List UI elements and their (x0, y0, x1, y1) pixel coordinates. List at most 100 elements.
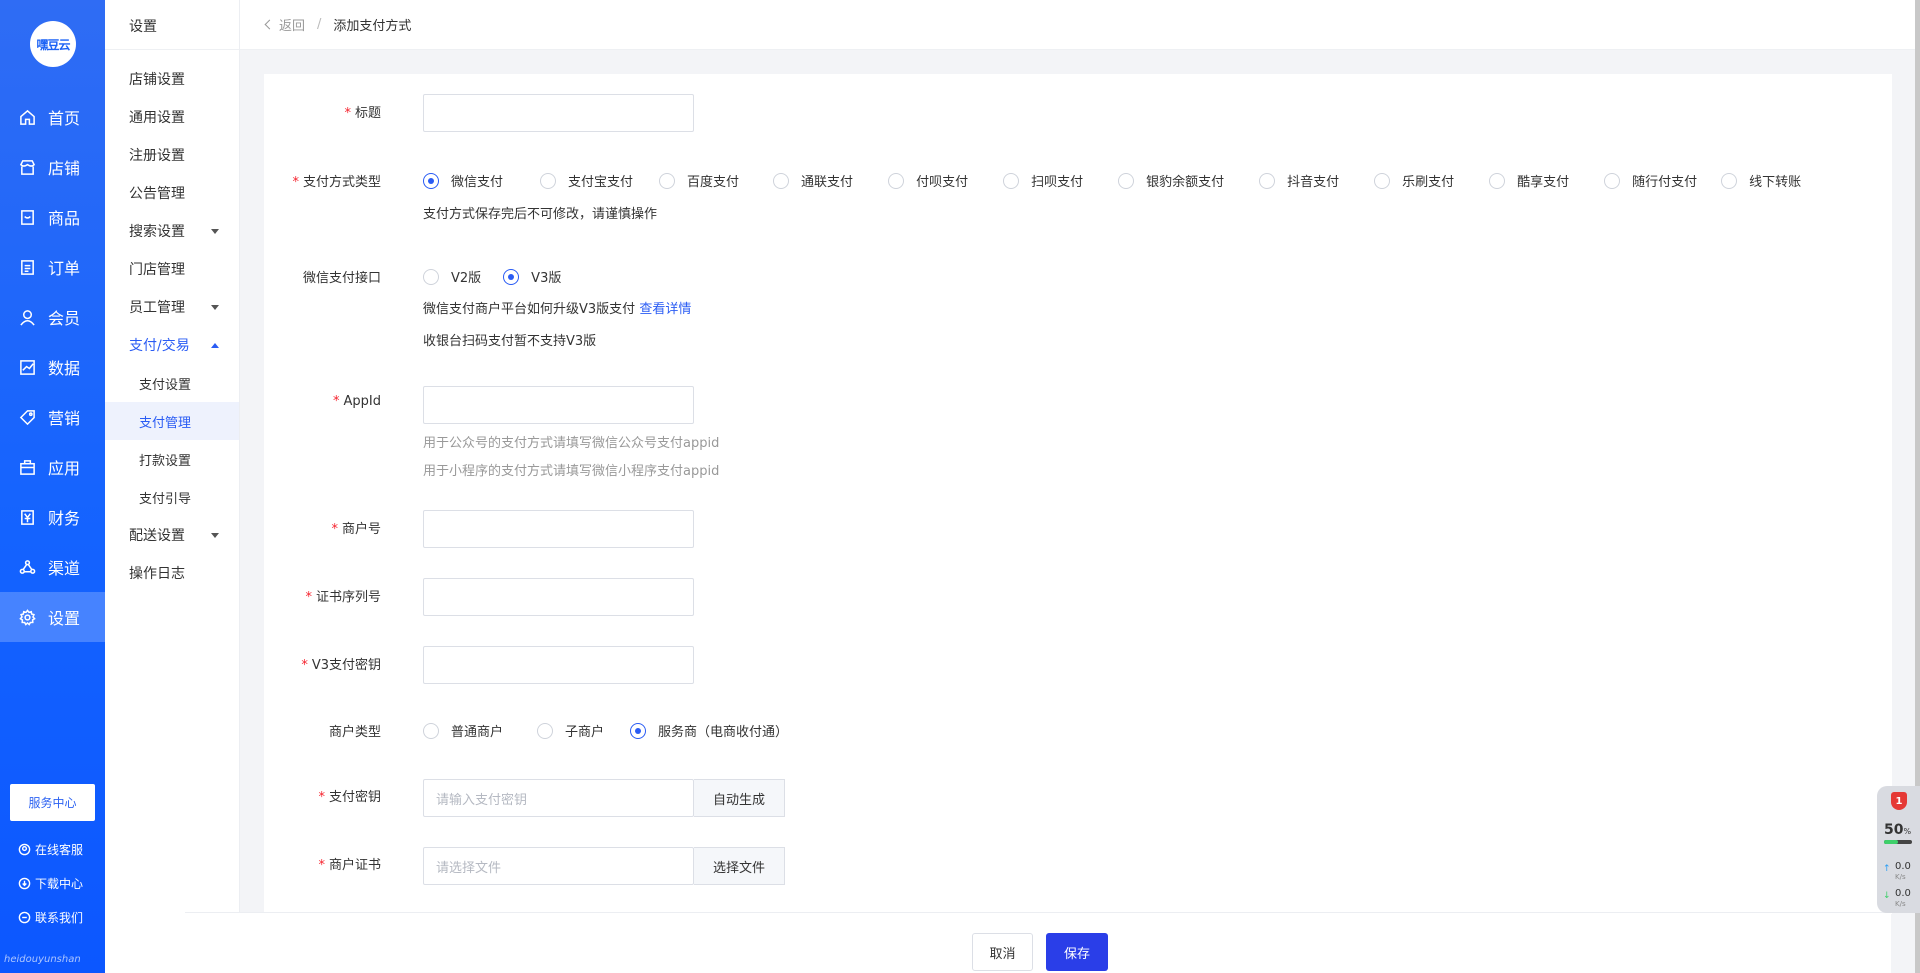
nav-item-store[interactable]: 店铺 (0, 142, 105, 192)
cert-serial-input[interactable] (423, 578, 694, 616)
mch-id-input[interactable] (423, 510, 694, 548)
radio-baidu-pay[interactable]: 百度支付 (659, 171, 739, 190)
choose-file-button[interactable]: 选择文件 (694, 847, 785, 885)
subnav-item-payment-guide[interactable]: 支付引导 (105, 478, 239, 516)
nav-item-channel[interactable]: 渠道 (0, 542, 105, 592)
nav-item-data[interactable]: 数据 (0, 342, 105, 392)
label-text: AppId (343, 394, 381, 409)
nav-item-app[interactable]: 应用 (0, 442, 105, 492)
v3-key-input[interactable] (423, 646, 694, 684)
nav-item-finance[interactable]: 财务 (0, 492, 105, 542)
radio-offline-transfer[interactable]: 线下转账 (1721, 171, 1801, 190)
title-input[interactable] (423, 94, 694, 132)
online-support-link[interactable]: 在线客服 (18, 841, 83, 858)
nav-item-home[interactable]: 首页 (0, 92, 105, 142)
store-icon (18, 158, 36, 176)
required-mark: * (318, 858, 325, 873)
back-label: 返回 (279, 19, 306, 34)
radio-allinpay[interactable]: 通联支付 (773, 171, 853, 190)
subnav-item-store-management[interactable]: 门店管理 (105, 250, 239, 288)
label-text: 商户号 (341, 522, 381, 537)
radio-dot (503, 268, 520, 285)
pay-type-radio-group: 微信支付 支付宝支付 百度支付 通联支付 付呗支付 扫呗支付 银豹余额支付 抖音… (423, 171, 1801, 190)
label-text: 证书序列号 (315, 590, 381, 605)
subnav-title: 设置 (129, 19, 157, 35)
radio-suixingfu-pay[interactable]: 随行付支付 (1604, 171, 1697, 190)
subnav-item-staff-management[interactable]: 员工管理 (105, 288, 239, 326)
nav-label: 店铺 (48, 159, 81, 178)
brand-logo[interactable]: 嘿豆云 (30, 21, 76, 67)
subnav-item-notice-management[interactable]: 公告管理 (105, 174, 239, 212)
radio-saobei-pay[interactable]: 扫呗支付 (1003, 171, 1083, 190)
radio-alipay[interactable]: 支付宝支付 (540, 171, 633, 190)
radio-dot (773, 172, 790, 189)
radio-fubei-pay[interactable]: 付呗支付 (888, 171, 968, 190)
subnav-item-delivery-settings[interactable]: 配送设置 (105, 516, 239, 554)
radio-dot (1374, 172, 1391, 189)
network-speed-widget[interactable]: 1 50% ↑ 0.0 K/s ↓ 0.0 K/s (1877, 786, 1920, 913)
radio-kuxiang-pay[interactable]: 酷享支付 (1489, 171, 1569, 190)
view-details-link[interactable]: 查看详情 (639, 302, 691, 317)
subnav-item-payment-settings[interactable]: 支付设置 (105, 364, 239, 402)
radio-label: 抖音支付 (1287, 175, 1340, 190)
contact-us-link[interactable]: 联系我们 (18, 909, 83, 926)
usage-bar-fill (1884, 840, 1898, 844)
subnav-item-payment-trade[interactable]: 支付/交易 (105, 326, 239, 364)
required-mark: * (331, 522, 338, 537)
label-text: 微信支付接口 (302, 271, 381, 286)
mch-cert-input[interactable]: 请选择文件 (423, 847, 694, 885)
radio-v2[interactable]: V2版 (423, 267, 481, 286)
nav-item-member[interactable]: 会员 (0, 292, 105, 342)
radio-leshua-pay[interactable]: 乐刷支付 (1374, 171, 1454, 190)
save-button[interactable]: 保存 (1046, 933, 1108, 971)
nav-item-settings[interactable]: 设置 (0, 592, 105, 642)
radio-service-provider[interactable]: 服务商（电商收付通） (630, 721, 788, 740)
radio-yinbao-balance[interactable]: 银豹余额支付 (1118, 171, 1224, 190)
order-icon (18, 258, 36, 276)
subnav-item-payout-settings[interactable]: 打款设置 (105, 440, 239, 478)
v3-key-label: * V3支付密钥 (301, 654, 381, 673)
radio-label: 普通商户 (451, 725, 504, 740)
wx-api-radio-group: V2版 V3版 (423, 267, 561, 286)
subnav-item-register-settings[interactable]: 注册设置 (105, 136, 239, 174)
service-center-button[interactable]: 服务中心 (10, 784, 95, 821)
mch-cert-label: * 商户证书 (318, 854, 381, 873)
nav-item-marketing[interactable]: 营销 (0, 392, 105, 442)
subnav-label: 配送设置 (129, 528, 185, 544)
subnav-item-search-settings[interactable]: 搜索设置 (105, 212, 239, 250)
brand-logo-text: 嘿豆云 (36, 37, 70, 52)
auto-generate-button[interactable]: 自动生成 (694, 779, 785, 817)
radio-label: 支付宝支付 (568, 175, 634, 190)
radio-wechat-pay[interactable]: 微信支付 (423, 171, 503, 190)
pay-key-input[interactable]: 请输入支付密钥 (423, 779, 694, 817)
subnav-item-store-settings[interactable]: 店铺设置 (105, 60, 239, 98)
nav-item-goods[interactable]: 商品 (0, 192, 105, 242)
nav-item-order[interactable]: 订单 (0, 242, 105, 292)
subnav-item-operation-log[interactable]: 操作日志 (105, 554, 239, 592)
appid-hint-miniprogram: 用于小程序的支付方式请填写微信小程序支付appid (423, 464, 720, 479)
back-link[interactable]: 返回 (264, 15, 306, 34)
chevron-left-icon (264, 19, 275, 30)
support-icon (18, 843, 32, 857)
upload-arrow-icon: ↑ (1883, 864, 1891, 874)
appid-input[interactable] (423, 386, 694, 424)
radio-dot (1604, 172, 1621, 189)
download-center-link[interactable]: 下载中心 (18, 875, 83, 892)
subnav-item-general-settings[interactable]: 通用设置 (105, 98, 239, 136)
radio-v3[interactable]: V3版 (503, 267, 561, 286)
radio-dot (423, 172, 439, 189)
radio-sub-merchant[interactable]: 子商户 (537, 721, 604, 740)
nav-label: 会员 (48, 309, 81, 328)
pay-type-label: * 支付方式类型 (292, 171, 381, 190)
subnav-item-payment-management[interactable]: 支付管理 (105, 402, 239, 440)
required-mark: * (333, 394, 340, 409)
finance-icon (18, 508, 36, 526)
radio-douyin-pay[interactable]: 抖音支付 (1259, 171, 1339, 190)
label-text: 标题 (354, 106, 381, 121)
nav-link-label: 在线客服 (35, 843, 84, 857)
radio-normal-merchant[interactable]: 普通商户 (423, 721, 503, 740)
radio-dot (1721, 172, 1738, 189)
required-mark: * (318, 790, 325, 805)
cancel-button[interactable]: 取消 (972, 933, 1033, 971)
chart-icon (18, 358, 36, 376)
